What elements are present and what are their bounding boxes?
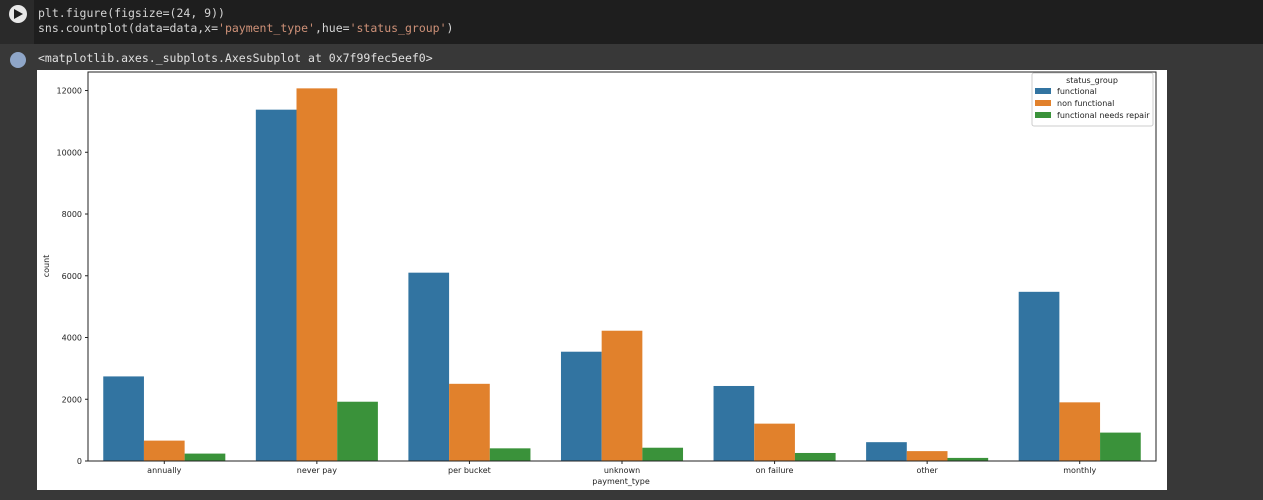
y-tick-label: 0 [77, 457, 82, 466]
bar-monthly-functional [1018, 291, 1060, 461]
countplot-figure: 0 2000 4000 6000 8000 10000 12000 annually neve… [37, 70, 1167, 490]
legend-label-functional: functional [1057, 87, 1097, 96]
bar-monthly-non-functional [1059, 402, 1101, 461]
y-axis-label: count [42, 255, 51, 278]
bar-on-failure-functional [713, 385, 755, 461]
play-icon [14, 9, 23, 19]
bar-per-bucket-functional [408, 272, 450, 461]
bar-per-bucket-non-functional [449, 383, 490, 461]
code-line-1: plt.figure(figsize=(24, 9)) [38, 6, 225, 20]
legend-swatch-functional [1035, 88, 1051, 94]
legend-label-needs-repair: functional needs repair [1057, 111, 1150, 120]
bar-annually-functional-needs-repair [184, 453, 226, 461]
legend-swatch-needs-repair [1035, 112, 1051, 118]
x-tick-label-unknown: unknown [604, 466, 640, 475]
bar-on-failure-non-functional [754, 423, 795, 461]
bar-monthly-functional-needs-repair [1100, 432, 1141, 461]
x-tick-label-on-failure: on failure [756, 466, 794, 475]
code-line-2-part: sns.countplot(data=data,x= [38, 21, 219, 35]
code-cell[interactable]: plt.figure(figsize=(24, 9)) sns.countplo… [0, 0, 1263, 44]
y-tick-label: 2000 [62, 395, 82, 404]
run-cell-button[interactable] [9, 5, 27, 23]
code-string-x: 'payment_type' [218, 21, 315, 35]
code-line-2-part: ,hue= [314, 21, 350, 35]
bar-other-functional [866, 442, 907, 461]
code-line-2-part: ) [446, 21, 454, 35]
legend-label-non-functional: non functional [1057, 99, 1114, 108]
y-tick-label: 6000 [62, 272, 82, 281]
cell-gutter [0, 0, 34, 44]
legend-swatch-non-functional [1035, 100, 1051, 106]
x-tick-label-annually: annually [147, 466, 181, 475]
x-tick-label-never-pay: never pay [297, 466, 337, 475]
code-string-hue: 'status_group' [349, 21, 447, 35]
bar-annually-non-functional [143, 440, 185, 461]
x-axis-label: payment_type [592, 477, 650, 486]
bar-unknown-functional-needs-repair [642, 447, 684, 461]
output-avatar-icon [10, 52, 26, 68]
bar-other-non-functional [906, 451, 948, 461]
y-tick-label: 12000 [57, 87, 82, 96]
bar-never-pay-functional-needs-repair [337, 401, 378, 461]
bar-unknown-non-functional [601, 330, 643, 461]
bar-never-pay-functional [255, 109, 297, 462]
legend-title: status_group [1066, 76, 1118, 85]
legend: status_group functional non functional f… [1031, 72, 1154, 127]
y-tick-label: 10000 [57, 148, 82, 157]
bar-unknown-functional [560, 351, 602, 461]
bar-never-pay-non-functional [296, 88, 338, 462]
x-tick-label-per-bucket: per bucket [448, 466, 491, 475]
y-tick-label: 8000 [62, 210, 82, 219]
bar-on-failure-functional-needs-repair [794, 452, 836, 461]
bar-annually-functional [103, 376, 144, 461]
code-editor[interactable]: plt.figure(figsize=(24, 9)) sns.countplo… [38, 6, 453, 36]
bar-per-bucket-functional-needs-repair [489, 448, 531, 461]
y-tick-label: 4000 [62, 334, 82, 343]
x-tick-label-monthly: monthly [1063, 466, 1096, 475]
x-tick-label-other: other [916, 466, 938, 475]
output-repr-text: <matplotlib.axes._subplots.AxesSubplot a… [38, 51, 433, 65]
